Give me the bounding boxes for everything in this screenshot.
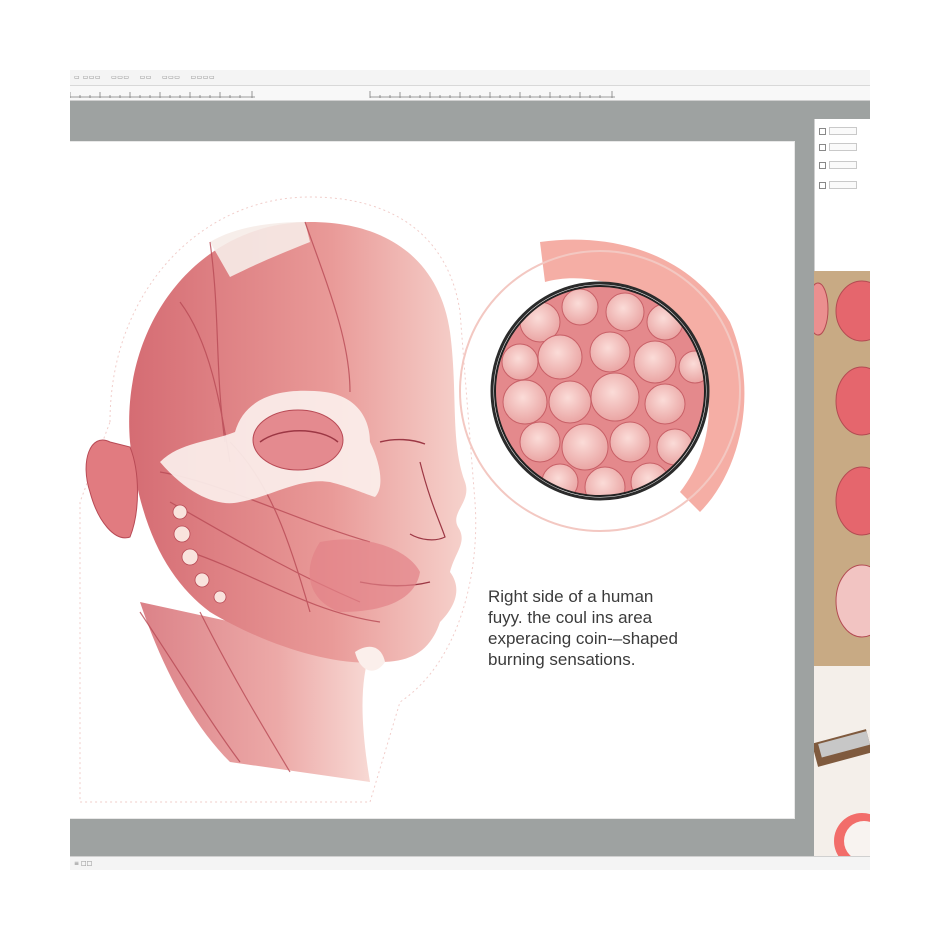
menubar: ▭ ▭▭▭ ▭▭▭ ▭▭ ▭▭▭ ▭▭▭▭	[70, 70, 870, 86]
caption-line-4: burning sensations.	[488, 650, 636, 669]
menu-item-file[interactable]: ▭ ▭▭▭	[74, 74, 101, 81]
right-panel	[808, 101, 870, 870]
stroke-icon	[819, 181, 826, 189]
menu-item-edit[interactable]: ▭▭▭	[111, 74, 130, 81]
menu-item-help[interactable]: ▭▭▭▭	[190, 74, 215, 81]
status-text: ≡ □□	[74, 860, 93, 867]
gland-nodule	[172, 504, 188, 520]
fill-icon	[819, 161, 826, 169]
status-bar: ≡ □□	[70, 856, 870, 870]
photo-strip-image	[814, 271, 870, 870]
gland-nodule	[181, 548, 199, 566]
app-window: ▭ ▭▭▭ ▭▭▭ ▭▭ ▭▭▭ ▭▭▭▭ Right side of a hu…	[70, 70, 870, 870]
prop-row-4[interactable]	[819, 179, 857, 191]
prop-field-4[interactable]	[829, 181, 857, 189]
prop-field-1[interactable]	[829, 127, 857, 135]
opacity-icon	[819, 143, 826, 151]
ear	[85, 439, 138, 539]
caption-line-2: fuyy. the coul ins area	[488, 608, 653, 627]
prop-field-3[interactable]	[829, 161, 857, 169]
menu-item-insert[interactable]: ▭▭▭	[162, 74, 181, 81]
caption-line-1: Right side of a human	[488, 587, 654, 606]
gland-nodule	[173, 525, 191, 543]
property-panel[interactable]	[814, 119, 870, 271]
eye-muscle	[252, 409, 344, 471]
photo-strip[interactable]	[814, 271, 870, 870]
anatomy-illustration	[79, 196, 745, 803]
menu-item-view[interactable]: ▭▭	[140, 74, 152, 81]
prop-row-3[interactable]	[819, 159, 857, 171]
gland-nodule	[194, 572, 210, 588]
gland-nodule	[213, 590, 227, 604]
horizontal-ruler[interactable]	[70, 86, 870, 101]
canvas-area[interactable]: Right side of a human fuyy. the coul ins…	[70, 101, 806, 870]
document-page[interactable]: Right side of a human fuyy. the coul ins…	[70, 142, 794, 818]
prop-row-2[interactable]	[819, 141, 857, 153]
ruler-ticks	[70, 91, 615, 98]
caption-line-3: experacing coin-–shaped	[488, 629, 678, 648]
layer-icon	[819, 127, 826, 135]
prop-field-2[interactable]	[829, 143, 857, 151]
caption-text: Right side of a human fuyy. the coul ins…	[488, 586, 748, 670]
prop-row-1[interactable]	[819, 125, 857, 137]
